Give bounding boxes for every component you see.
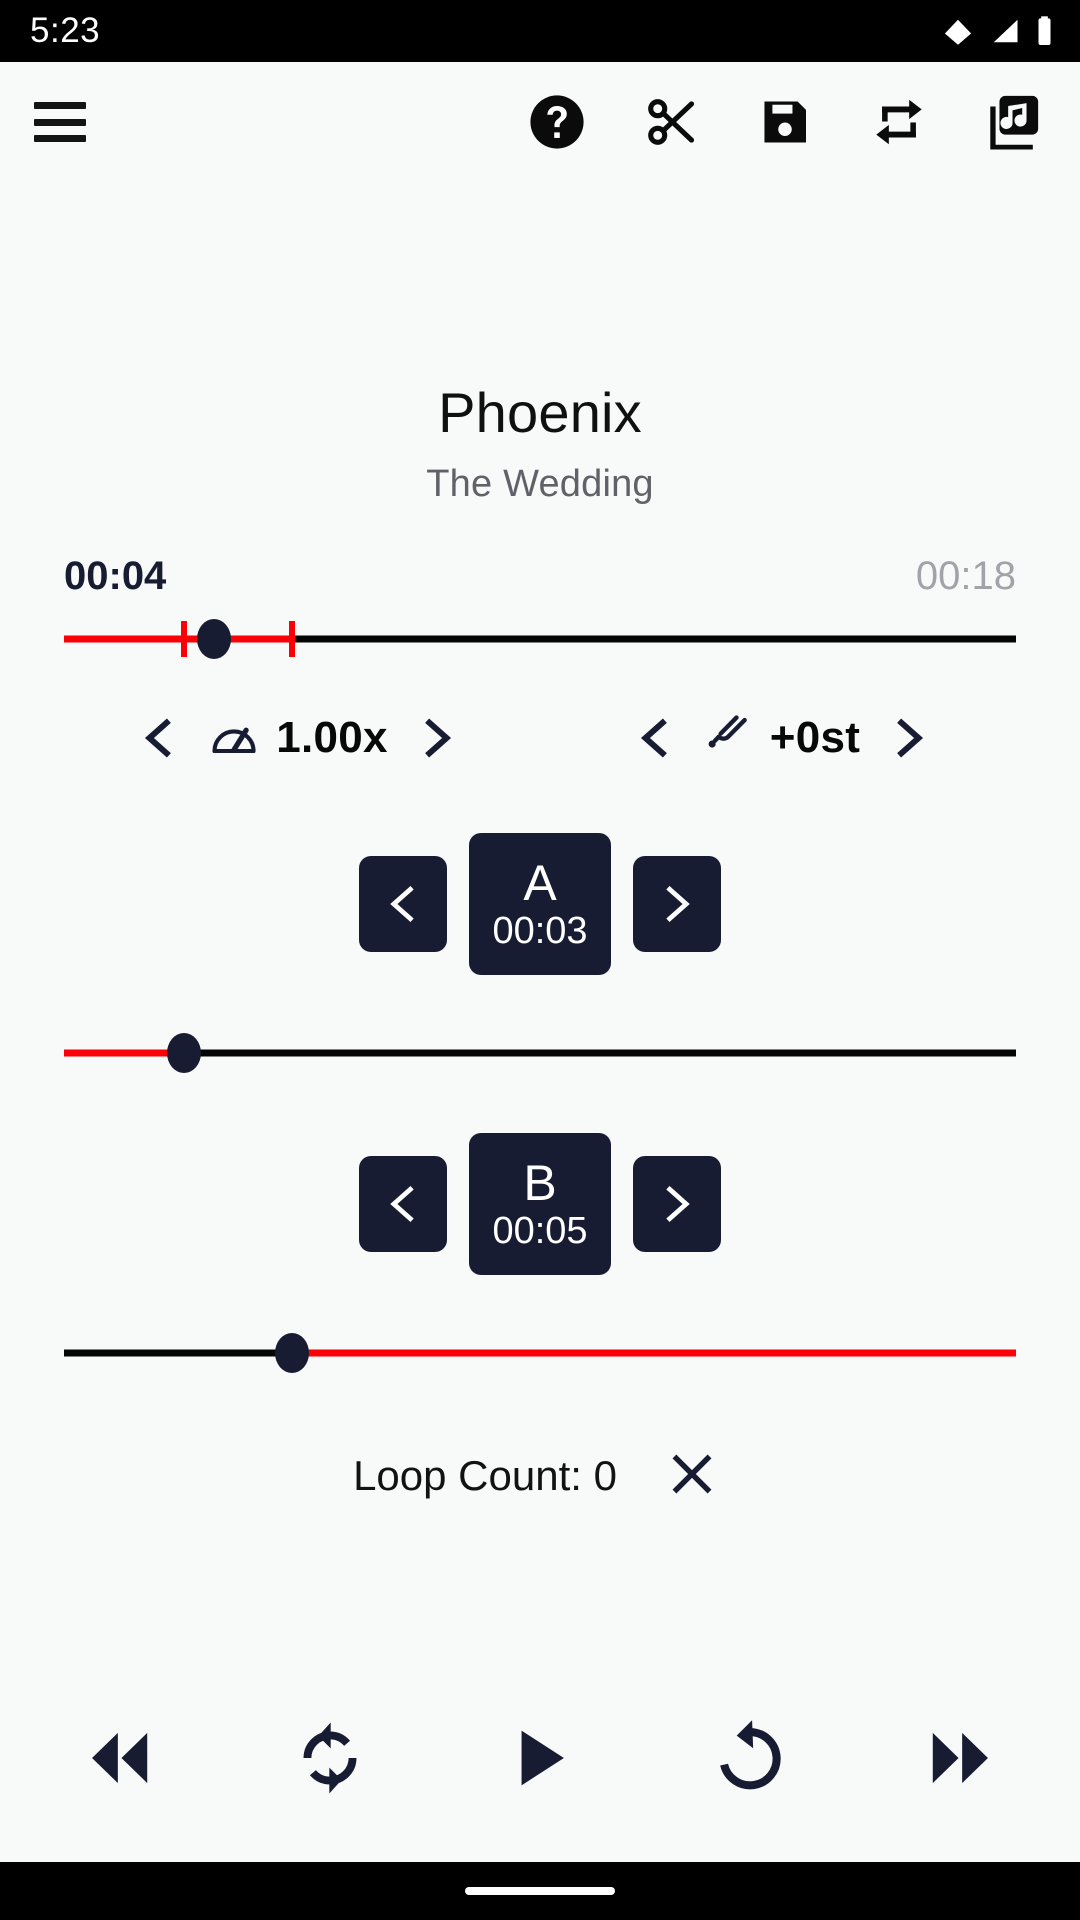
cut-icon [642,93,700,151]
pitch-value-group[interactable]: +0st [698,713,867,763]
status-clock: 5:23 [30,11,101,50]
marker-b-slider-fill [292,1349,1016,1357]
wifi-icon [941,16,975,46]
track-title: Phoenix [438,381,642,444]
marker-b-row: B 00:05 [0,1132,1080,1275]
loop-start-marker [180,620,187,657]
system-nav-bar [0,1862,1080,1920]
seek-slider-fill [64,635,293,643]
toolbar-left [34,102,86,142]
marker-b-slider[interactable] [64,1325,1016,1381]
track-subtitle: The Wedding [426,462,654,505]
sync-loop-button[interactable] [278,1706,382,1810]
repeat-icon [870,93,928,151]
toolbar-actions [526,91,1044,153]
loop-count-reset-button[interactable] [657,1441,727,1511]
marker-b-slider-thumb[interactable] [275,1332,310,1373]
pitch-control: +0st [540,697,1024,779]
total-time: 00:18 [915,553,1016,598]
fast-forward-icon [917,1715,1003,1801]
speed-increase-button[interactable] [400,697,474,779]
marker-a-increase-button[interactable] [633,855,721,952]
app-screen: 5:23 Phoenix The Wedding 00:04 00:18 1.0… [0,0,1080,1920]
pitch-value: +0st [769,712,861,762]
help-icon [528,93,586,151]
marker-a-slider-track [64,1049,1016,1057]
marker-b-increase-button[interactable] [633,1155,721,1252]
chevron-left-icon [136,710,182,766]
marker-a-letter: A [523,854,557,911]
speed-pitch-row: 1.00x +0st [56,697,1024,779]
pitch-decrease-button[interactable] [618,697,692,779]
status-bar: 5:23 [0,0,1080,62]
rewind-button[interactable] [68,1706,172,1810]
marker-b-letter: B [523,1154,557,1211]
time-row: 00:04 00:18 [0,554,1080,599]
marker-b-time: 00:05 [492,1209,588,1252]
repeat-button[interactable] [868,91,930,153]
marker-a-row: A 00:03 [0,832,1080,975]
help-button[interactable] [526,91,588,153]
top-toolbar [0,62,1080,182]
speed-value-group[interactable]: 1.00x [202,712,394,764]
status-icon-group [941,15,1054,47]
seek-slider-thumb[interactable] [197,618,232,659]
loop-count-row: Loop Count: 0 [0,1441,1080,1511]
marker-a-decrease-button[interactable] [359,855,447,952]
speedometer-icon [208,712,260,764]
fast-forward-button[interactable] [908,1706,1012,1810]
marker-a-slider-thumb[interactable] [166,1032,201,1073]
marker-a-slider-fill [64,1049,184,1057]
restart-button[interactable] [698,1706,802,1810]
music-library-icon [984,93,1042,151]
marker-a-slider[interactable] [64,1025,1016,1081]
cell-signal-icon [989,16,1021,46]
battery-icon [1035,15,1054,47]
play-icon [499,1717,581,1799]
cut-button[interactable] [640,91,702,153]
marker-a-time: 00:03 [492,909,588,952]
chevron-right-icon [655,877,699,931]
chevron-left-icon [381,877,425,931]
marker-b-button[interactable]: B 00:05 [469,1132,611,1275]
speed-control: 1.00x [56,697,540,779]
current-time: 00:04 [64,553,167,598]
hamburger-menu-icon[interactable] [34,102,86,142]
chevron-right-icon [414,710,460,766]
loop-count-label: Loop Count: 0 [353,1451,617,1499]
music-library-button[interactable] [982,91,1044,153]
home-indicator[interactable] [465,1887,615,1895]
chevron-right-icon [886,710,932,766]
speed-decrease-button[interactable] [122,697,196,779]
chevron-left-icon [632,710,678,766]
save-button[interactable] [754,91,816,153]
transport-controls [0,1706,1080,1810]
track-info: Phoenix The Wedding [0,381,1080,506]
save-icon [757,94,813,150]
loop-end-marker [289,620,296,657]
chevron-left-icon [381,1177,425,1231]
marker-a-button[interactable]: A 00:03 [469,832,611,975]
sync-loop-icon [289,1717,371,1799]
marker-b-decrease-button[interactable] [359,1155,447,1252]
pitch-increase-button[interactable] [872,697,946,779]
rewind-icon [77,1715,163,1801]
speed-value: 1.00x [276,712,388,762]
seek-slider[interactable] [64,611,1016,667]
tuning-fork-icon [704,713,754,763]
play-button[interactable] [488,1706,592,1810]
chevron-right-icon [655,1177,699,1231]
restart-icon [708,1716,792,1800]
close-x-icon [667,1449,717,1502]
